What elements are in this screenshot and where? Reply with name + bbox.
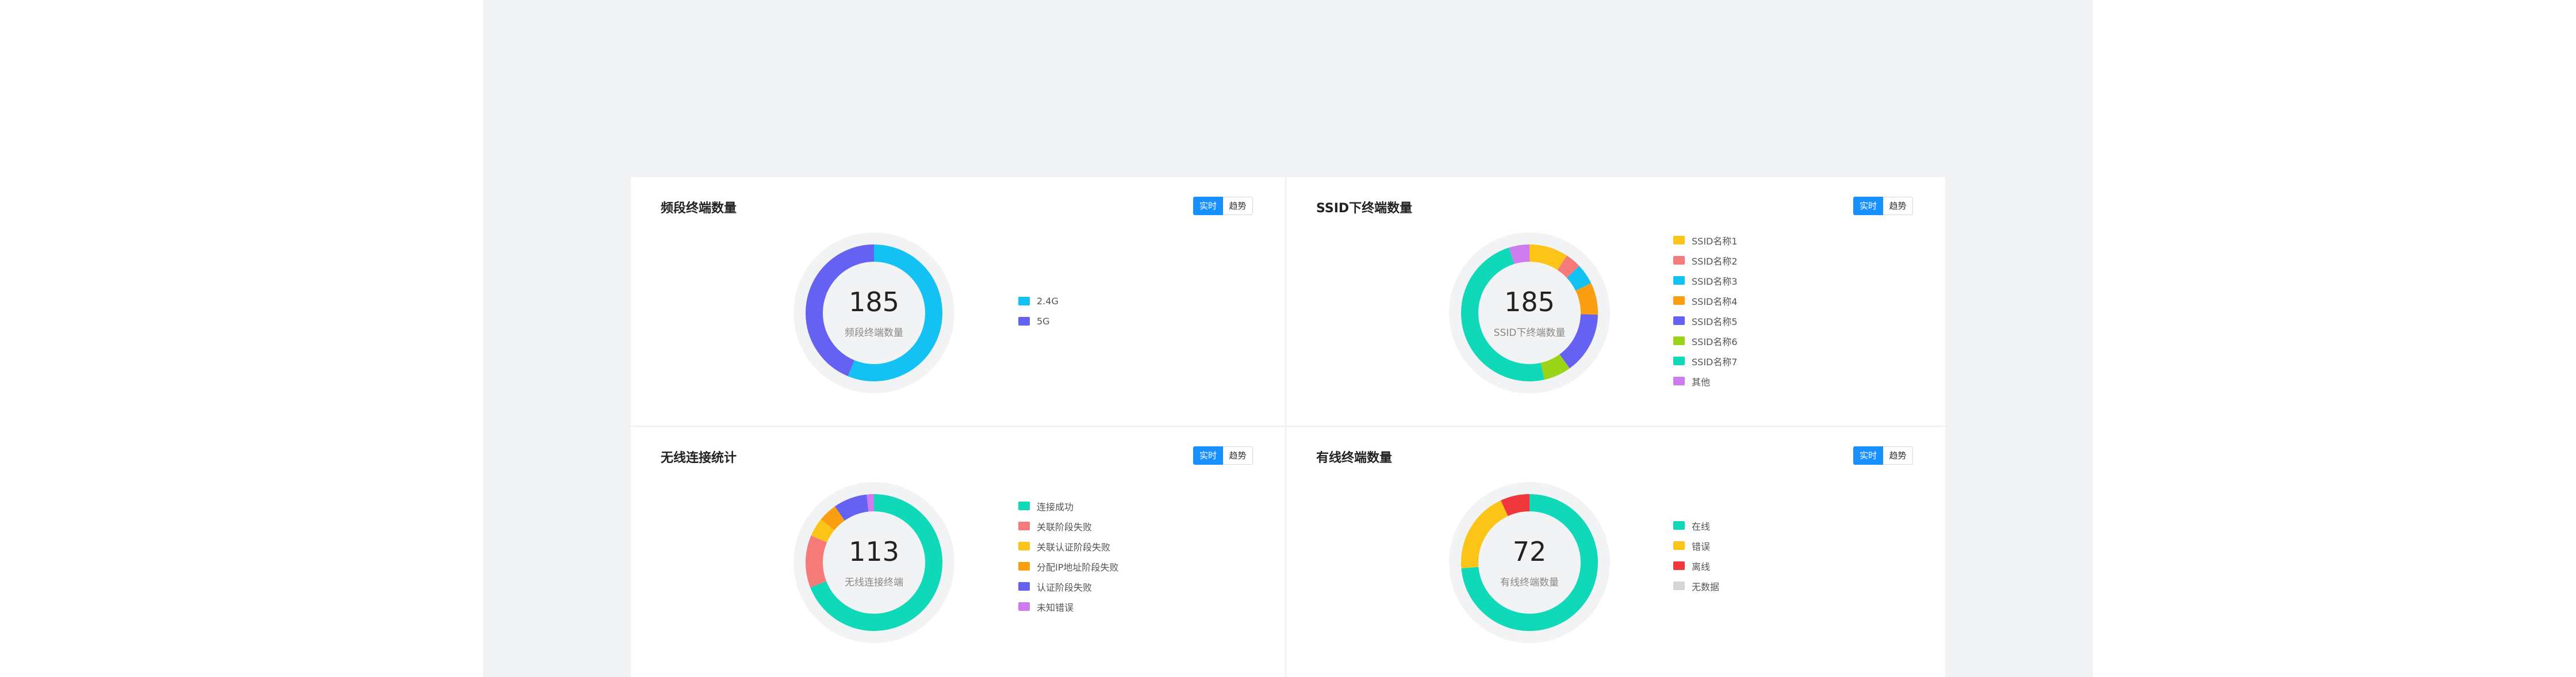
legend-label: 连接成功 bbox=[1037, 501, 1074, 512]
legend-item[interactable]: 关联阶段失败 bbox=[1018, 516, 1118, 536]
legend-label: 2.4G bbox=[1037, 296, 1059, 307]
legend-item[interactable]: 其他 bbox=[1673, 371, 1738, 391]
legend-swatch bbox=[1673, 336, 1685, 345]
realtime-trend-toggle: 实时 趋势 bbox=[1193, 446, 1253, 465]
center-label: 有线终端数量 bbox=[1500, 577, 1559, 588]
legend-swatch bbox=[1018, 602, 1030, 611]
legend-swatch bbox=[1673, 296, 1685, 305]
legend-item[interactable]: 在线 bbox=[1673, 515, 1719, 536]
legend-item[interactable]: SSID名称5 bbox=[1673, 311, 1738, 331]
dashboard-grid: 频段终端数量 实时 趋势 185 频段终端数量 2.4G 5G SSID下终端数量… bbox=[631, 177, 1945, 677]
legend-swatch bbox=[1673, 256, 1685, 265]
chart-legend: 在线 错误 离线 无数据 bbox=[1673, 515, 1719, 596]
donut-chart: 72 有线终端数量 bbox=[1449, 482, 1610, 643]
legend-item[interactable]: 错误 bbox=[1673, 536, 1719, 556]
realtime-button[interactable]: 实时 bbox=[1193, 446, 1223, 465]
legend-item[interactable]: SSID名称3 bbox=[1673, 270, 1738, 290]
chart-legend: SSID名称1 SSID名称2 SSID名称3 SSID名称4 SSID名称5 SSID名… bbox=[1673, 230, 1738, 391]
panel-title: 有线终端数量 bbox=[1316, 451, 1393, 465]
total-value: 72 bbox=[1512, 536, 1547, 567]
legend-item[interactable]: 关联认证阶段失败 bbox=[1018, 536, 1118, 556]
legend-label: SSID名称1 bbox=[1692, 235, 1738, 247]
trend-button[interactable]: 趋势 bbox=[1223, 446, 1253, 465]
total-value: 185 bbox=[1504, 286, 1555, 318]
legend-swatch bbox=[1018, 502, 1030, 510]
legend-swatch bbox=[1673, 316, 1685, 325]
trend-button[interactable]: 趋势 bbox=[1883, 197, 1913, 215]
realtime-button[interactable]: 实时 bbox=[1853, 446, 1883, 465]
legend-swatch bbox=[1673, 561, 1685, 570]
realtime-button[interactable]: 实时 bbox=[1853, 197, 1883, 215]
trend-button[interactable]: 趋势 bbox=[1883, 446, 1913, 465]
panel-title: 频段终端数量 bbox=[661, 201, 737, 216]
legend-swatch bbox=[1018, 297, 1030, 305]
legend-item[interactable]: SSID名称1 bbox=[1673, 230, 1738, 250]
center-label: SSID下终端数量 bbox=[1493, 327, 1566, 339]
legend-label: 关联认证阶段失败 bbox=[1037, 541, 1111, 553]
legend-label: 错误 bbox=[1692, 541, 1711, 552]
legend-label: 无数据 bbox=[1692, 581, 1720, 592]
chart-legend: 2.4G 5G bbox=[1018, 291, 1059, 331]
legend-item[interactable]: 5G bbox=[1018, 311, 1059, 331]
legend-label: SSID名称4 bbox=[1692, 296, 1738, 307]
legend-item[interactable]: 分配IP地址阶段失败 bbox=[1018, 556, 1118, 576]
legend-swatch bbox=[1018, 582, 1030, 591]
legend-label: 离线 bbox=[1692, 561, 1711, 572]
chart-legend: 连接成功关联阶段失败关联认证阶段失败 分配IP地址阶段失败 认证阶段失败 未知错误 bbox=[1018, 496, 1118, 617]
legend-item[interactable]: SSID名称2 bbox=[1673, 250, 1738, 270]
legend-label: SSID名称5 bbox=[1692, 316, 1738, 327]
donut-chart: 113 无线连接终端 bbox=[793, 482, 954, 643]
legend-swatch bbox=[1673, 541, 1685, 550]
legend-item[interactable]: 离线 bbox=[1673, 556, 1719, 576]
legend-label: SSID名称2 bbox=[1692, 255, 1738, 267]
legend-swatch bbox=[1673, 377, 1685, 385]
legend-swatch bbox=[1018, 542, 1030, 550]
legend-swatch bbox=[1673, 521, 1685, 530]
legend-label: SSID名称3 bbox=[1692, 276, 1738, 287]
panel-title: 无线连接统计 bbox=[661, 451, 737, 465]
legend-label: 分配IP地址阶段失败 bbox=[1037, 561, 1119, 573]
legend-label: 未知错误 bbox=[1037, 602, 1074, 613]
legend-item[interactable]: SSID名称7 bbox=[1673, 351, 1738, 371]
legend-label: 5G bbox=[1037, 316, 1050, 327]
legend-label: SSID名称6 bbox=[1692, 336, 1738, 347]
legend-item[interactable]: 认证阶段失败 bbox=[1018, 576, 1118, 596]
realtime-trend-toggle: 实时 趋势 bbox=[1853, 197, 1913, 215]
realtime-button[interactable]: 实时 bbox=[1193, 197, 1223, 215]
legend-swatch bbox=[1673, 276, 1685, 285]
legend-swatch bbox=[1673, 236, 1685, 244]
legend-item[interactable]: SSID名称4 bbox=[1673, 290, 1738, 311]
legend-label: 认证阶段失败 bbox=[1037, 582, 1092, 593]
realtime-trend-toggle: 实时 趋势 bbox=[1853, 446, 1913, 465]
total-value: 113 bbox=[849, 536, 899, 567]
legend-item[interactable]: 2.4G bbox=[1018, 291, 1059, 311]
legend-item[interactable]: 无数据 bbox=[1673, 576, 1719, 596]
legend-item[interactable]: 连接成功 bbox=[1018, 496, 1118, 516]
legend-swatch bbox=[1673, 582, 1685, 590]
legend-swatch bbox=[1018, 562, 1030, 571]
legend-label: 其他 bbox=[1692, 376, 1711, 388]
legend-label: SSID名称7 bbox=[1692, 356, 1738, 368]
legend-swatch bbox=[1018, 522, 1030, 530]
legend-label: 关联阶段失败 bbox=[1037, 521, 1092, 533]
legend-swatch bbox=[1018, 317, 1030, 326]
donut-chart: 185 SSID下终端数量 bbox=[1449, 232, 1610, 393]
legend-label: 在线 bbox=[1692, 521, 1711, 532]
center-label: 无线连接终端 bbox=[845, 577, 903, 588]
center-label: 频段终端数量 bbox=[845, 327, 903, 339]
realtime-trend-toggle: 实时 趋势 bbox=[1193, 197, 1253, 215]
panel-wired-terminals: 有线终端数量 实时 趋势 72 有线终端数量 在线错误离线无数据 bbox=[1286, 427, 1945, 677]
panel-title: SSID下终端数量 bbox=[1316, 201, 1413, 216]
panel-ssid-terminals: SSID下终端数量 实时 趋势 185 SSID下终端数量 SSID名称1 SSI… bbox=[1286, 177, 1945, 427]
donut-chart: 185 频段终端数量 bbox=[793, 232, 954, 393]
legend-item[interactable]: SSID名称6 bbox=[1673, 331, 1738, 351]
legend-item[interactable]: 未知错误 bbox=[1018, 596, 1118, 617]
trend-button[interactable]: 趋势 bbox=[1223, 197, 1253, 215]
panel-band-terminals: 频段终端数量 实时 趋势 185 频段终端数量 2.4G 5G bbox=[631, 177, 1286, 427]
legend-swatch bbox=[1673, 357, 1685, 365]
panel-wireless-connections: 无线连接统计 实时 趋势 113 无线连接终端 连接成功关联阶段失败关联认证阶段… bbox=[631, 427, 1286, 677]
total-value: 185 bbox=[849, 286, 899, 318]
